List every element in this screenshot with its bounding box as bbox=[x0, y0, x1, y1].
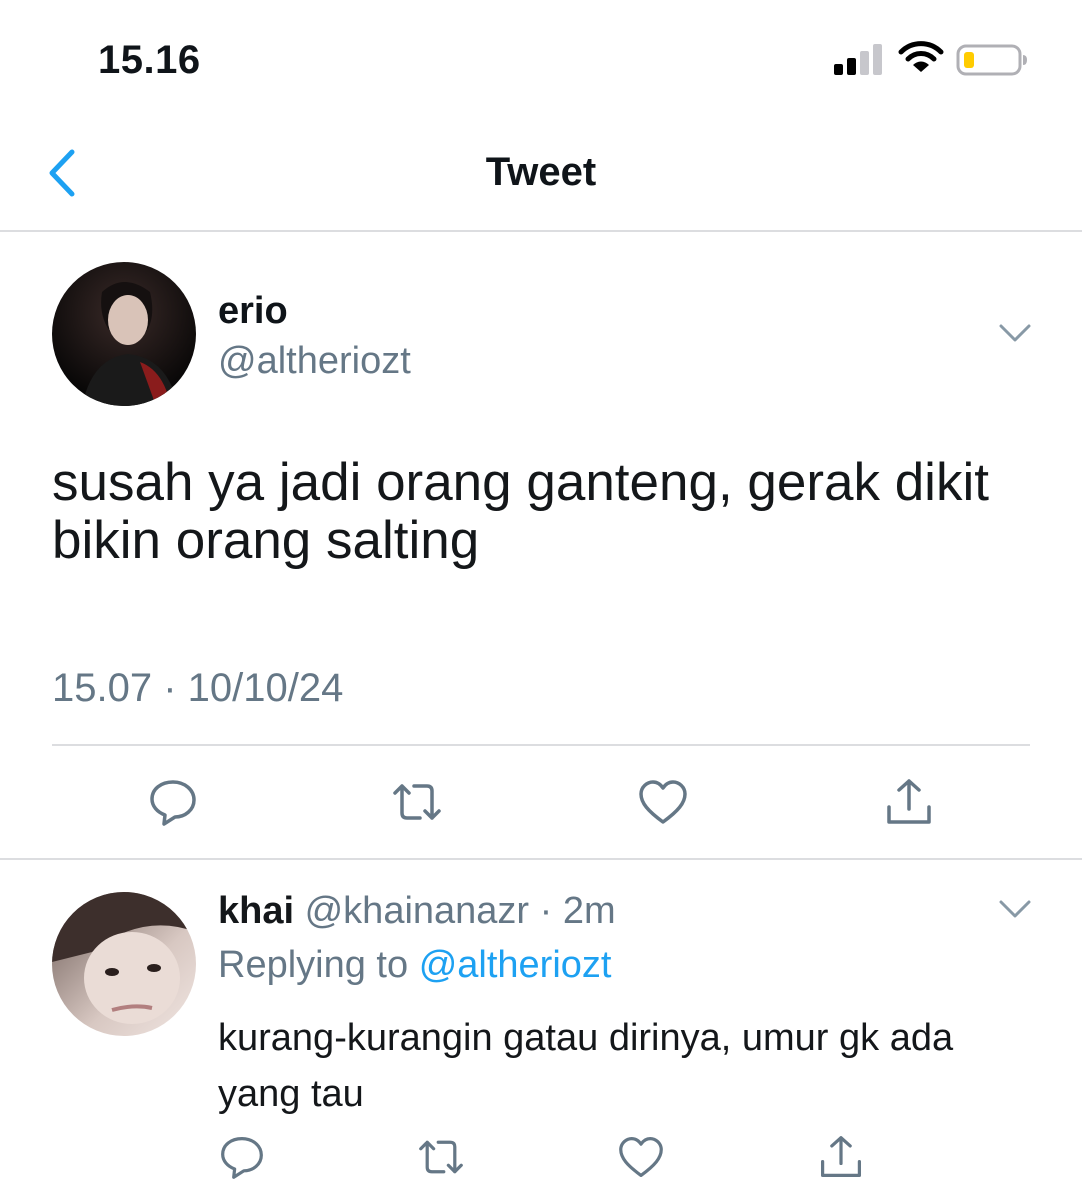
replying-to-handle[interactable]: @altheriozt bbox=[419, 944, 612, 986]
page-title: Tweet bbox=[485, 150, 597, 194]
replying-to-label: Replying to bbox=[218, 944, 409, 986]
wifi-icon bbox=[898, 41, 944, 72]
share-icon[interactable] bbox=[818, 1134, 864, 1180]
reply-text: kurang-kurangin gatau dirinya, umur gk a… bbox=[218, 1017, 954, 1115]
chevron-down-icon[interactable] bbox=[998, 898, 1032, 920]
retweet-icon[interactable] bbox=[418, 1134, 464, 1180]
reply-author-handle[interactable]: @khainanazr bbox=[305, 890, 529, 932]
reply-time: · 2m bbox=[539, 890, 616, 932]
replying-to: Replying to @altheriozt bbox=[218, 944, 611, 987]
reply-header: khai @khainanazr · 2m bbox=[218, 890, 616, 933]
reply-icon[interactable] bbox=[148, 777, 198, 827]
reply-avatar[interactable] bbox=[52, 892, 196, 1036]
tweet-divider bbox=[0, 858, 1082, 860]
tweet-text: susah ya jadi orang ganteng, gerak dikit… bbox=[52, 453, 989, 570]
like-icon[interactable] bbox=[618, 1134, 664, 1180]
battery-icon bbox=[956, 44, 1027, 76]
status-time: 15.16 bbox=[98, 38, 201, 82]
chevron-down-icon[interactable] bbox=[998, 322, 1032, 344]
share-icon[interactable] bbox=[884, 777, 934, 827]
tweet-author-name[interactable]: erio bbox=[218, 290, 288, 333]
tweet-timestamp: 15.07 · 10/10/24 bbox=[52, 666, 344, 710]
tweet-author-handle[interactable]: @altheriozt bbox=[218, 340, 411, 383]
retweet-icon[interactable] bbox=[392, 777, 442, 827]
meta-divider bbox=[52, 744, 1030, 746]
signal-icon bbox=[834, 44, 882, 75]
avatar[interactable] bbox=[52, 262, 196, 406]
reply-icon[interactable] bbox=[219, 1134, 265, 1180]
reply-author-name[interactable]: khai bbox=[218, 890, 294, 932]
like-icon[interactable] bbox=[638, 777, 688, 827]
header-divider bbox=[0, 230, 1082, 232]
